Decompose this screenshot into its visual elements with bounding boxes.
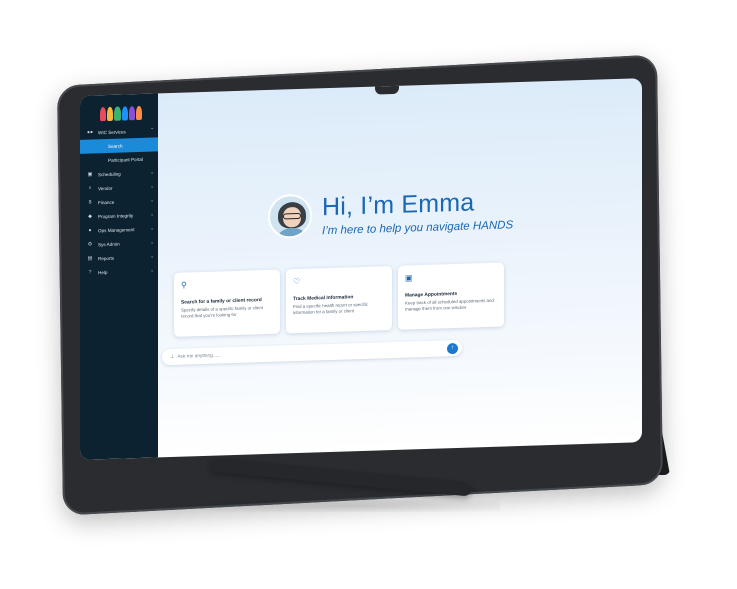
- sidebar: ●● WIC Services ⌃ Search Participant Por…: [80, 93, 158, 460]
- send-button[interactable]: ↑: [447, 342, 458, 354]
- people-icon: ●: [88, 227, 92, 234]
- sidebar-item-label: Finance: [98, 199, 115, 205]
- suggestion-cards: ⚲ Search for a family or client record S…: [174, 262, 504, 337]
- sidebar-item-label: Reports: [98, 255, 115, 261]
- card-manage-appointments[interactable]: ▣ Manage Appointments Keep track of all …: [398, 262, 504, 330]
- logo-hand-4: [121, 106, 128, 121]
- sidebar-item-label: Search: [108, 142, 123, 149]
- users-icon: ●●: [86, 129, 94, 136]
- sidebar-item-label: Participant Portal: [108, 156, 143, 163]
- ask-bar: ⊥ ↑: [162, 339, 462, 366]
- sidebar-item-label: Vendor: [98, 185, 113, 191]
- chevron-down-icon: ⌄: [150, 169, 155, 176]
- logo-hand-2: [107, 106, 114, 121]
- search-icon: ⚲: [181, 280, 187, 290]
- heartbeat-icon: ♡: [293, 276, 301, 287]
- attach-icon[interactable]: ⊥: [170, 354, 174, 360]
- gear-icon: ⚙: [87, 241, 93, 248]
- assistant-greeting: Hi, I’m Emma I’m here to help you naviga…: [268, 187, 513, 239]
- main-content: Hi, I’m Emma I’m here to help you naviga…: [158, 78, 642, 457]
- cart-icon: ☓: [88, 185, 92, 192]
- chevron-down-icon: ⌄: [150, 225, 155, 232]
- card-description: Specify details of a specific family or …: [181, 305, 263, 319]
- card-description: Keep track of all scheduled appointments…: [405, 297, 494, 312]
- emma-avatar: [268, 193, 312, 239]
- floor-shadow: [200, 500, 500, 512]
- chevron-down-icon: ⌄: [150, 267, 155, 274]
- chevron-down-icon: ⌄: [150, 211, 155, 218]
- greeting-title: Hi, I’m Emma: [322, 188, 475, 222]
- sidebar-item-label: Scheduling: [98, 171, 121, 177]
- arrow-up-icon: ↑: [451, 345, 454, 352]
- ask-input[interactable]: [177, 345, 447, 360]
- chevron-down-icon: ⌄: [150, 183, 155, 190]
- logo-hand-5: [128, 106, 135, 121]
- lock-icon: ◆: [88, 213, 92, 220]
- product-shot: ●● WIC Services ⌃ Search Participant Por…: [0, 0, 737, 589]
- card-track-medical[interactable]: ♡ Track Medical Information Find a speci…: [286, 266, 392, 334]
- card-search-record[interactable]: ⚲ Search for a family or client record S…: [174, 269, 280, 337]
- sidebar-item-label: Ops Management: [98, 226, 135, 233]
- chevron-down-icon: ⌄: [150, 197, 155, 204]
- sidebar-item-help[interactable]: ? Help ⌄: [80, 263, 158, 279]
- logo-hand-3: [114, 106, 121, 121]
- sidebar-item-label: Sys Admin: [98, 241, 120, 247]
- sidebar-item-label: Program Integrity: [98, 212, 134, 219]
- logo-hand-6: [135, 105, 143, 121]
- card-description: Find a specific health report or specifi…: [293, 301, 368, 316]
- chevron-up-icon: ⌃: [150, 127, 155, 134]
- sidebar-item-label: Help: [98, 269, 108, 275]
- dollar-icon: $: [88, 199, 92, 206]
- logo-hand-1: [100, 107, 107, 122]
- calendar-icon: ▣: [87, 171, 93, 178]
- help-icon: ?: [88, 269, 92, 276]
- sidebar-item-label: WIC Services: [98, 128, 126, 135]
- greeting-subtitle: I’m here to help you navigate HANDS: [322, 219, 514, 238]
- calendar-icon: ▣: [405, 273, 413, 283]
- tablet-screen: ●● WIC Services ⌃ Search Participant Por…: [80, 78, 642, 460]
- chart-icon: ▤: [87, 255, 93, 262]
- chevron-down-icon: ⌄: [150, 239, 155, 246]
- hands-logo[interactable]: [100, 105, 143, 122]
- chevron-down-icon: ⌄: [150, 253, 155, 260]
